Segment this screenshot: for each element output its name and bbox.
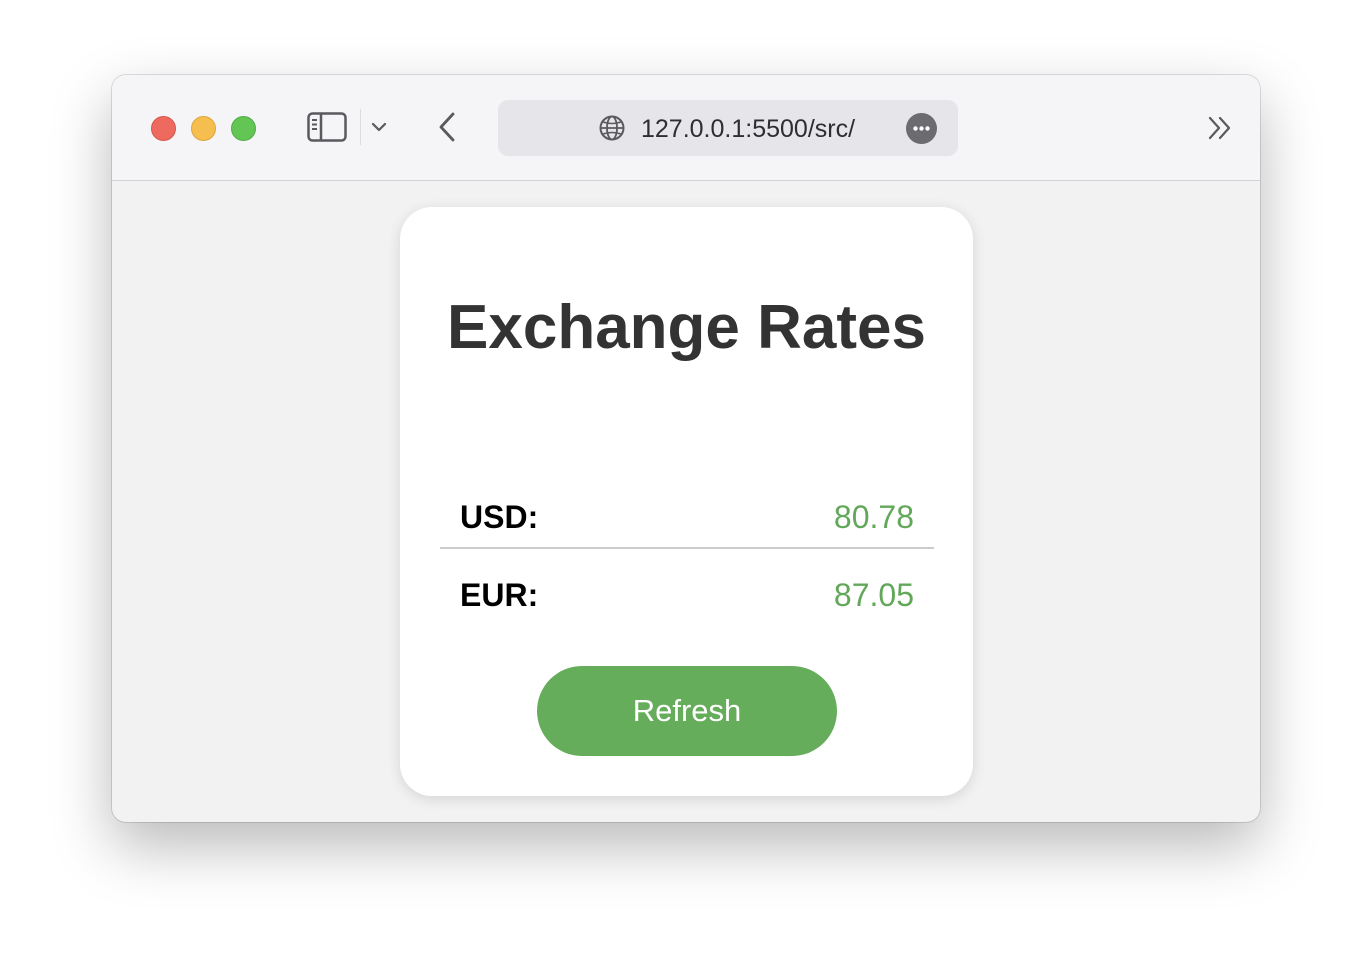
back-button[interactable] <box>432 109 462 145</box>
exchange-rates-card: Exchange Rates USD: 80.78 EUR: 87.05 Ref… <box>400 207 973 796</box>
page-menu-button[interactable] <box>906 113 937 144</box>
browser-window: 127.0.0.1:5500/src/ Exchange Rates USD: … <box>112 75 1260 822</box>
toolbar-overflow-button[interactable] <box>1204 113 1236 143</box>
card-title: Exchange Rates <box>447 293 926 362</box>
window-zoom-button[interactable] <box>231 116 256 141</box>
sidebar-toggle-button[interactable] <box>305 109 349 145</box>
url-text: 127.0.0.1:5500/src/ <box>641 115 856 143</box>
browser-toolbar: 127.0.0.1:5500/src/ <box>112 75 1260 181</box>
currency-value-eur: 87.05 <box>833 577 914 613</box>
currency-label-eur: EUR: <box>460 577 539 613</box>
toolbar-separator <box>360 109 361 145</box>
chevron-down-icon <box>371 122 387 132</box>
chevron-left-icon <box>439 112 455 142</box>
rate-row-usd: USD: 80.78 <box>440 487 934 549</box>
tab-group-menu-button[interactable] <box>368 115 390 139</box>
refresh-button[interactable]: Refresh <box>537 666 837 756</box>
address-bar[interactable]: 127.0.0.1:5500/src/ <box>498 100 958 156</box>
rate-row-eur: EUR: 87.05 <box>440 565 934 625</box>
ellipsis-icon <box>913 126 930 131</box>
currency-value-usd: 80.78 <box>833 499 914 535</box>
globe-icon <box>599 115 625 141</box>
window-minimize-button[interactable] <box>191 116 216 141</box>
sidebar-toggle-icon <box>307 112 347 142</box>
double-chevron-right-icon <box>1208 116 1231 140</box>
window-close-button[interactable] <box>151 116 176 141</box>
currency-label-usd: USD: <box>460 499 539 535</box>
